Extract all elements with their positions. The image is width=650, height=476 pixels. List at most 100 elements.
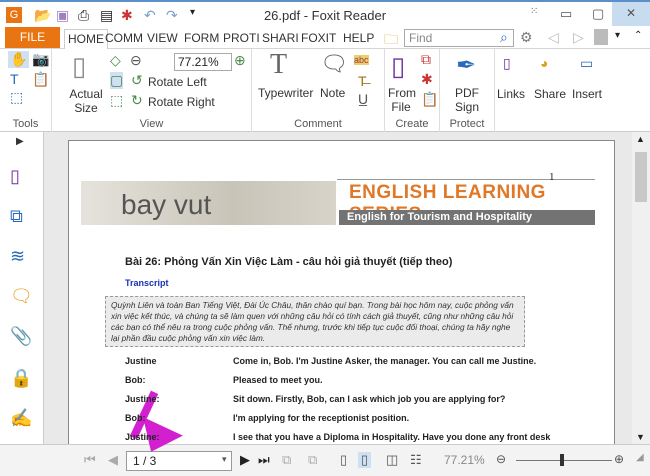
search-input[interactable]: Find bbox=[404, 29, 514, 47]
navigation-panel: ▶ ▯ ⧉ ≋ 🗨 📎 🔒 ✍ bbox=[0, 132, 44, 444]
zoom-out-icon[interactable]: ⊖ bbox=[130, 52, 142, 69]
next-page-icon[interactable]: ▶ bbox=[240, 452, 250, 468]
last-page-icon[interactable]: ⏭ bbox=[258, 452, 270, 468]
share-group: ◕ Share bbox=[530, 49, 568, 132]
layout-icon[interactable]: ⁙ bbox=[530, 6, 538, 17]
expand-panel-icon[interactable]: ▶ bbox=[16, 136, 24, 147]
note-button[interactable]: Note bbox=[320, 86, 345, 100]
dialogue-row: Bob: Pleased to meet you. bbox=[125, 375, 323, 385]
maximize-button[interactable]: ▢ bbox=[592, 6, 604, 22]
create-label: Create bbox=[395, 118, 429, 130]
tab-view[interactable]: VIEW bbox=[147, 29, 178, 49]
continuous-icon[interactable]: ▯ bbox=[358, 452, 372, 468]
tab-home[interactable]: HOME bbox=[64, 29, 108, 49]
zoom-select[interactable]: 77.21% bbox=[174, 53, 232, 71]
bookmarks-icon[interactable]: ▯ bbox=[10, 166, 20, 187]
rotate-left-button[interactable]: Rotate Left bbox=[148, 75, 207, 89]
select-text-icon[interactable]: T bbox=[10, 71, 19, 87]
attachments-icon[interactable]: 📎 bbox=[10, 326, 32, 347]
snapshot-icon[interactable]: 📷 bbox=[32, 51, 49, 68]
zoom-in-button[interactable]: ⊕ bbox=[614, 452, 624, 466]
scroll-down-icon[interactable]: ▼ bbox=[636, 432, 645, 442]
forward-icon[interactable]: ▷ bbox=[573, 29, 584, 46]
strikeout-icon[interactable]: T̶ bbox=[358, 73, 367, 89]
minimize-button[interactable]: ▭ bbox=[560, 6, 572, 22]
layers-icon[interactable]: ≋ bbox=[10, 246, 25, 267]
typewriter-button[interactable]: Typewriter bbox=[258, 86, 313, 100]
pdf-sign-button[interactable]: PDF Sign bbox=[452, 86, 482, 114]
comment-group: T Typewriter 🗨 Note abc T̶ U̲ Comment bbox=[252, 49, 385, 132]
select-annotation-icon[interactable]: ⬚ bbox=[10, 89, 23, 106]
zoom-out-button[interactable]: ⊖ bbox=[496, 452, 506, 466]
tab-comment[interactable]: COMM bbox=[105, 29, 143, 49]
scroll-thumb[interactable] bbox=[635, 152, 647, 202]
settings-icon[interactable]: ⚙ bbox=[520, 29, 533, 46]
page-input[interactable]: 1 / 3 bbox=[126, 451, 232, 471]
rotate-right-icon: ↻ bbox=[131, 92, 143, 108]
resize-grip-icon[interactable]: ◢ bbox=[636, 452, 644, 463]
first-page-icon[interactable]: ⏮ bbox=[84, 452, 96, 468]
comments-icon[interactable]: 🗨 bbox=[10, 286, 33, 307]
facing-icon[interactable]: ◫ bbox=[386, 452, 398, 468]
search-icon[interactable]: ⌕ bbox=[500, 29, 508, 46]
next-view-icon[interactable]: ⧉ bbox=[308, 452, 317, 468]
vertical-scrollbar[interactable]: ▲ ▼ bbox=[632, 132, 650, 444]
pages-icon[interactable]: ⧉ bbox=[10, 206, 23, 227]
insert-icon: ▭ bbox=[580, 55, 594, 71]
tab-protect[interactable]: PROTI bbox=[223, 29, 260, 49]
previous-view-icon[interactable]: ⧉ bbox=[282, 452, 291, 468]
highlight-button[interactable]: abc bbox=[354, 55, 369, 65]
actual-size-icon: ▯ bbox=[72, 51, 87, 81]
security-icon[interactable]: 🔒 bbox=[10, 368, 32, 389]
zoom-slider[interactable] bbox=[516, 460, 612, 461]
tab-foxit[interactable]: FOXIT bbox=[301, 29, 336, 49]
zoom-in-icon[interactable]: ⊕ bbox=[234, 52, 246, 69]
transcript-label: Transcript bbox=[125, 278, 169, 288]
pdf-sign-icon: ✒ bbox=[456, 52, 477, 79]
ribbon: ✋ 📷 T 📋 ⬚ Tools ▯ Actual Size ◇ ⊖ 77.21%… bbox=[0, 49, 650, 132]
fit-page-icon[interactable]: ◇ bbox=[110, 52, 121, 69]
previous-page-icon[interactable]: ◀ bbox=[108, 452, 118, 468]
zoom-level[interactable]: 77.21% bbox=[444, 453, 485, 467]
tab-help[interactable]: HELP bbox=[343, 29, 374, 49]
user-dropdown-icon[interactable]: ▾ bbox=[615, 30, 620, 41]
intro-box: Quỳnh Liên và toàn Ban Tiếng Việt, Đài Ú… bbox=[105, 296, 525, 347]
protect-group: ✒ PDF Sign Protect bbox=[440, 49, 495, 132]
insert-group: ▭ Insert bbox=[568, 49, 608, 132]
hand-tool-icon[interactable]: ✋ bbox=[8, 51, 30, 68]
continuous-facing-icon[interactable]: ☷ bbox=[410, 452, 422, 468]
close-button[interactable]: ✕ bbox=[612, 2, 650, 26]
ribbon-tabs: FILE HOME COMM VIEW FORM PROTI SHARI FOX… bbox=[0, 27, 650, 49]
back-icon[interactable]: ◁ bbox=[548, 29, 559, 46]
signatures-icon[interactable]: ✍ bbox=[10, 408, 32, 429]
combine-icon[interactable]: ⧉ bbox=[421, 51, 431, 68]
rotate-left-icon: ↺ bbox=[131, 72, 143, 88]
share-button[interactable]: Share bbox=[534, 87, 566, 101]
insert-button[interactable]: Insert bbox=[572, 87, 602, 101]
status-bar: ⏮ ◀ 1 / 3 ▾ ▶ ⏭ ⧉ ⧉ ▯ ▯ ◫ ☷ 77.21% ⊖ ⊕ ◢ bbox=[0, 444, 650, 476]
tab-form[interactable]: FORM bbox=[184, 29, 219, 49]
share-icon: ◕ bbox=[540, 55, 549, 71]
links-button[interactable]: Links bbox=[497, 87, 525, 101]
tab-share[interactable]: SHARI bbox=[262, 29, 299, 49]
rotate-right-button[interactable]: Rotate Right bbox=[148, 95, 215, 109]
blank-page-icon[interactable]: ✱ bbox=[421, 71, 433, 88]
collapse-ribbon-icon[interactable]: ⌃ bbox=[634, 30, 642, 41]
page-dropdown-icon[interactable]: ▾ bbox=[222, 454, 227, 465]
single-page-icon[interactable]: ▯ bbox=[340, 452, 347, 468]
tab-file[interactable]: FILE bbox=[5, 27, 60, 48]
scroll-up-icon[interactable]: ▲ bbox=[636, 134, 645, 144]
paste-icon[interactable]: 📋 bbox=[32, 71, 49, 88]
user-avatar[interactable] bbox=[594, 29, 608, 45]
header-rule bbox=[337, 179, 595, 180]
fit-visible-icon[interactable]: ⬚ bbox=[110, 92, 123, 109]
clipboard-create-icon[interactable]: 📋 bbox=[421, 91, 438, 108]
view-label: View bbox=[139, 118, 164, 130]
create-group: ▯ From File ⧉ ✱ 📋 Create bbox=[385, 49, 440, 132]
fit-width-icon[interactable]: ▢ bbox=[110, 72, 124, 89]
tools-group: ✋ 📷 T 📋 ⬚ Tools bbox=[0, 49, 52, 132]
zoom-slider-handle[interactable] bbox=[560, 454, 564, 466]
actual-size-button[interactable]: Actual Size bbox=[66, 87, 106, 115]
underline-icon[interactable]: U̲ bbox=[358, 91, 368, 107]
from-file-button[interactable]: From File bbox=[388, 86, 416, 114]
